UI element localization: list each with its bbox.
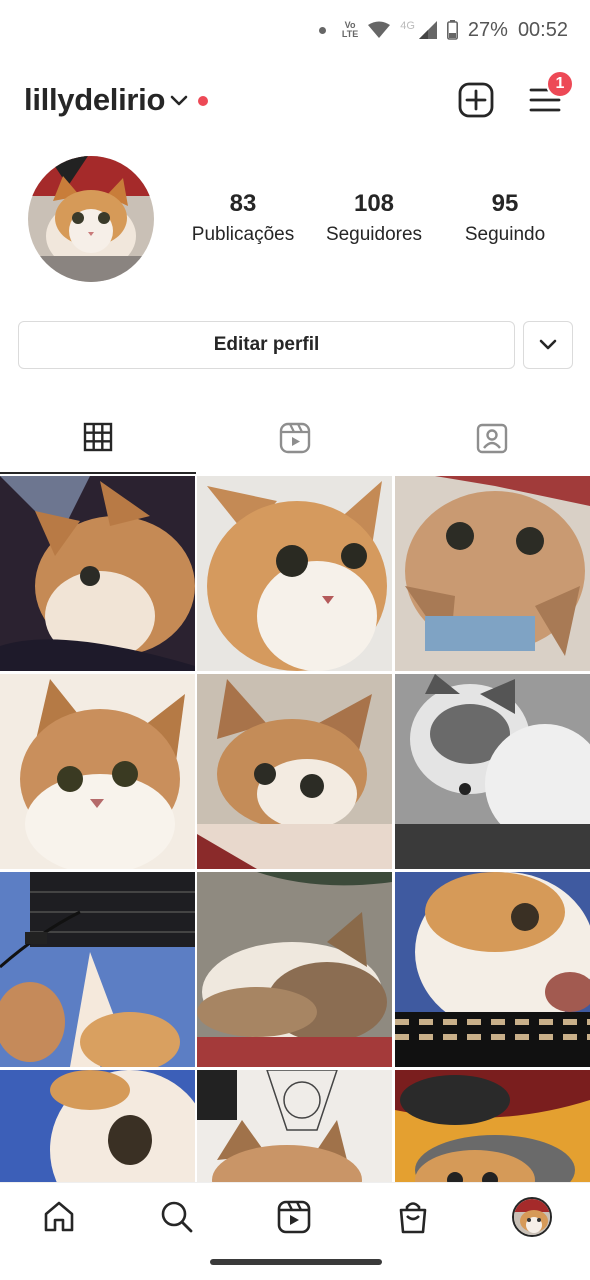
battery-icon [446,20,458,40]
username-switcher[interactable]: lillydelirio [24,82,165,118]
tab-tagged[interactable] [394,408,590,474]
post-thumbnail[interactable] [0,872,195,1067]
nav-shop[interactable] [391,1195,435,1239]
search-icon [161,1201,193,1233]
profile-header: lillydelirio [0,70,590,130]
chevron-down-icon [539,339,557,350]
account-activity-dot [198,96,208,106]
tab-reels[interactable] [197,408,393,474]
followers-label: Seguidores [325,224,423,245]
post-thumbnail[interactable] [395,674,590,869]
post-thumbnail[interactable] [0,476,195,671]
volte-icon: Vo LTE [341,20,359,39]
tagged-icon [476,423,508,454]
shop-icon [399,1202,427,1234]
following-count: 95 [491,190,519,217]
chevron-down-icon[interactable] [170,94,188,108]
post-thumbnail[interactable] [197,674,392,869]
following-label: Seguindo [464,224,546,245]
profile-avatar[interactable] [28,156,154,282]
bottom-navigation [0,1182,590,1280]
edit-profile-button[interactable]: Editar perfil [18,321,515,369]
post-thumbnail[interactable] [197,872,392,1067]
posts-label: Publicações [191,224,295,245]
post-thumbnail[interactable] [395,872,590,1067]
nav-profile[interactable] [510,1195,554,1239]
notification-dot-icon [318,26,326,34]
reels-icon [279,422,311,454]
reels-icon [277,1200,311,1234]
nav-reels[interactable] [272,1195,316,1239]
nav-home[interactable] [37,1195,81,1239]
followers-stat[interactable]: 108 Seguidores [304,190,444,246]
network-type-label: 4G [400,20,415,32]
battery-percent: 27% [467,18,508,41]
signal-icon [418,21,437,39]
create-post-button[interactable] [456,80,496,120]
status-bar: Vo LTE 4G 27% 00:52 [0,0,590,60]
posts-stat[interactable]: 83 Publicações [173,190,313,246]
wifi-icon [368,21,391,38]
post-thumbnail[interactable] [0,674,195,869]
profile-avatar [512,1197,552,1237]
post-thumbnail[interactable] [395,1070,590,1182]
posts-count: 83 [229,190,257,217]
post-thumbnail[interactable] [395,476,590,671]
system-home-indicator[interactable] [210,1259,382,1265]
home-icon [44,1201,74,1232]
following-stat[interactable]: 95 Seguindo [435,190,575,246]
followers-count: 108 [353,190,395,217]
tab-posts-grid[interactable] [0,408,196,474]
nav-search[interactable] [155,1195,199,1239]
posts-grid [0,476,590,1182]
post-thumbnail[interactable] [197,1070,392,1182]
profile-tabs [0,408,590,474]
clock: 00:52 [517,18,568,41]
notification-count-badge: 1 [546,70,574,98]
suggested-accounts-button[interactable] [523,321,573,369]
post-thumbnail[interactable] [197,476,392,671]
grid-icon [83,422,113,452]
post-thumbnail[interactable] [0,1070,195,1182]
